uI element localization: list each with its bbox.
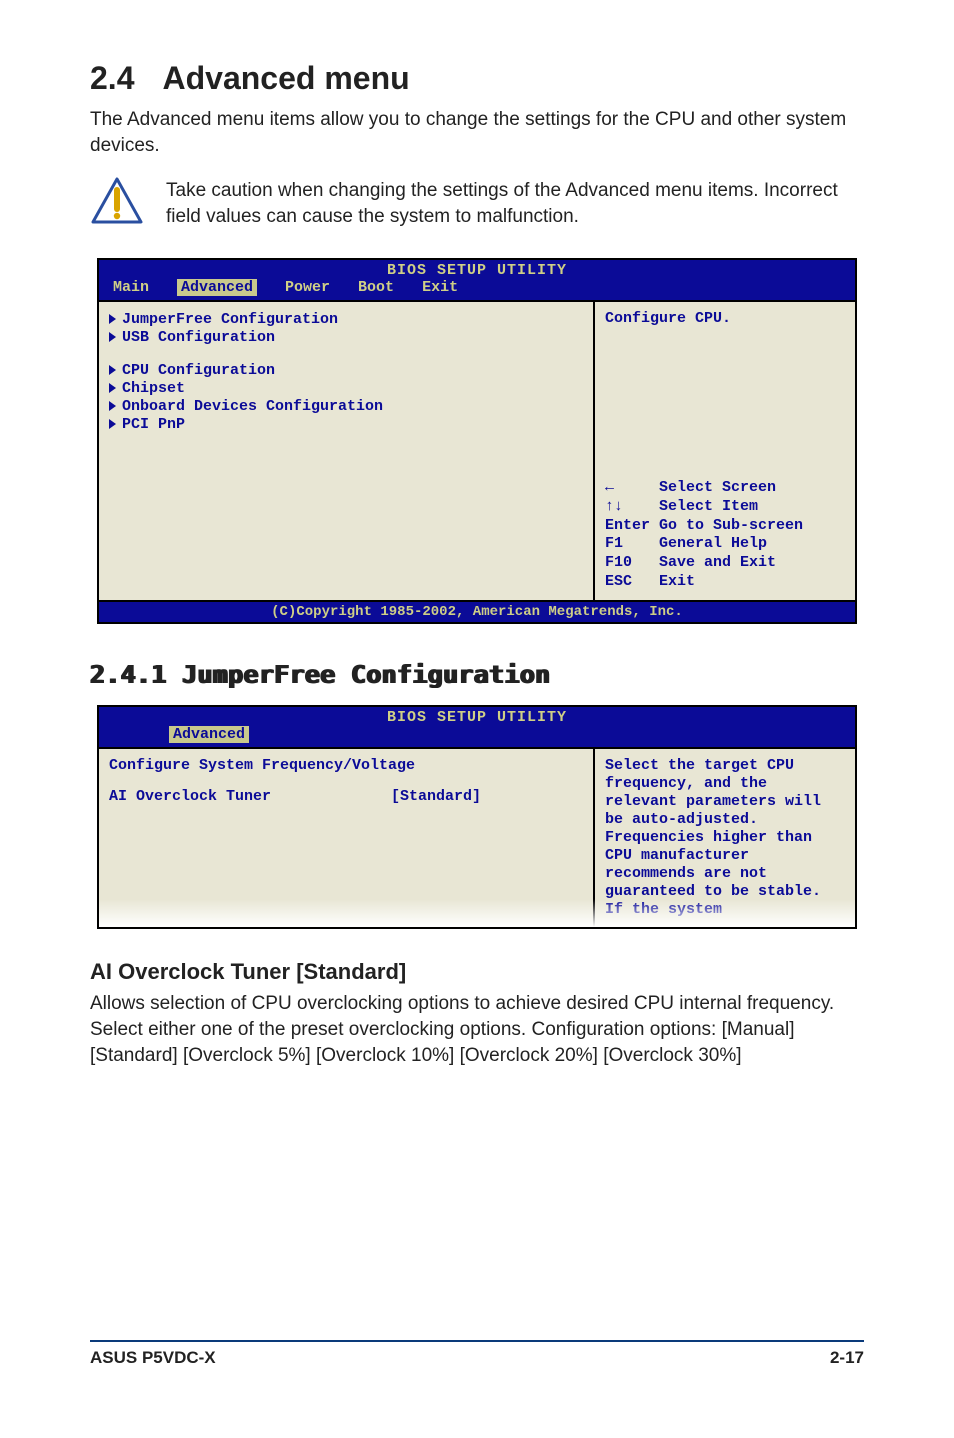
section-number: 2.4 — [90, 60, 134, 97]
bios-help-text: Select the target CPU frequency, and the… — [605, 757, 845, 919]
setting-ai-overclock-tuner[interactable]: AI Overclock Tuner [Standard] — [109, 788, 583, 805]
intro-paragraph: The Advanced menu items allow you to cha… — [90, 107, 864, 158]
bios-title: BIOS SETUP UTILITY — [99, 260, 855, 279]
bios-screenshot-jumperfree: BIOS SETUP UTILITY Advanced Configure Sy… — [97, 705, 857, 929]
section-heading: 2.4 Advanced menu — [90, 60, 864, 97]
tab-boot[interactable]: Boot — [358, 279, 394, 296]
bios-menu-list: JumperFree Configuration USB Configurati… — [99, 302, 595, 600]
bios-tab-bar: Advanced — [99, 726, 855, 747]
submenu-arrow-icon — [109, 365, 116, 375]
submenu-arrow-icon — [109, 383, 116, 393]
nav-select-screen: ← Select Screen — [605, 479, 845, 498]
ai-overclock-body: Allows selection of CPU overclocking opt… — [90, 991, 864, 1070]
submenu-arrow-icon — [109, 419, 116, 429]
panel-header: Configure System Frequency/Voltage — [109, 757, 583, 774]
tab-advanced[interactable]: Advanced — [169, 726, 249, 743]
nav-f10: F10 Save and Exit — [605, 554, 845, 573]
bios-copyright: (C)Copyright 1985-2002, American Megatre… — [97, 602, 857, 624]
menu-pci-pnp[interactable]: PCI PnP — [109, 416, 583, 433]
nav-f1: F1 General Help — [605, 535, 845, 554]
tab-advanced[interactable]: Advanced — [177, 279, 257, 296]
caution-text: Take caution when changing the settings … — [166, 176, 864, 229]
footer-page-number: 2-17 — [830, 1348, 864, 1368]
ai-overclock-heading: AI Overclock Tuner [Standard] — [90, 959, 864, 985]
menu-cpu-config[interactable]: CPU Configuration — [109, 362, 583, 379]
warning-icon — [90, 176, 144, 226]
menu-onboard-devices[interactable]: Onboard Devices Configuration — [109, 398, 583, 415]
bios-nav-hints: ← Select Screen ↑↓ Select Item Enter Go … — [605, 479, 845, 592]
menu-usb-config[interactable]: USB Configuration — [109, 329, 583, 346]
bios-title: BIOS SETUP UTILITY — [99, 707, 855, 726]
bios-help-text: Configure CPU. — [605, 310, 845, 327]
tab-main[interactable]: Main — [113, 279, 149, 296]
menu-chipset[interactable]: Chipset — [109, 380, 583, 397]
submenu-arrow-icon — [109, 401, 116, 411]
section-title: Advanced menu — [162, 60, 409, 96]
bios-tab-bar: Main Advanced Power Boot Exit — [99, 279, 855, 300]
setting-value: [Standard] — [391, 788, 481, 805]
bios-help-panel: Configure CPU. ← Select Screen ↑↓ Select… — [595, 302, 855, 600]
menu-jumperfree[interactable]: JumperFree Configuration — [109, 311, 583, 328]
nav-esc: ESC Exit — [605, 573, 845, 592]
footer-product: ASUS P5VDC-X — [90, 1348, 216, 1368]
fade-overlay — [99, 899, 855, 927]
caution-box: Take caution when changing the settings … — [90, 176, 864, 229]
nav-select-item: ↑↓ Select Item — [605, 498, 845, 517]
bios-screenshot-advanced: BIOS SETUP UTILITY Main Advanced Power B… — [97, 258, 857, 602]
tab-power[interactable]: Power — [285, 279, 330, 296]
subsection-241: 2.4.1 JumperFree Configuration — [90, 660, 864, 689]
nav-enter: Enter Go to Sub-screen — [605, 517, 845, 536]
page-footer: ASUS P5VDC-X 2-17 — [90, 1340, 864, 1368]
tab-exit[interactable]: Exit — [422, 279, 458, 296]
submenu-arrow-icon — [109, 314, 116, 324]
setting-label: AI Overclock Tuner — [109, 788, 271, 805]
submenu-arrow-icon — [109, 332, 116, 342]
